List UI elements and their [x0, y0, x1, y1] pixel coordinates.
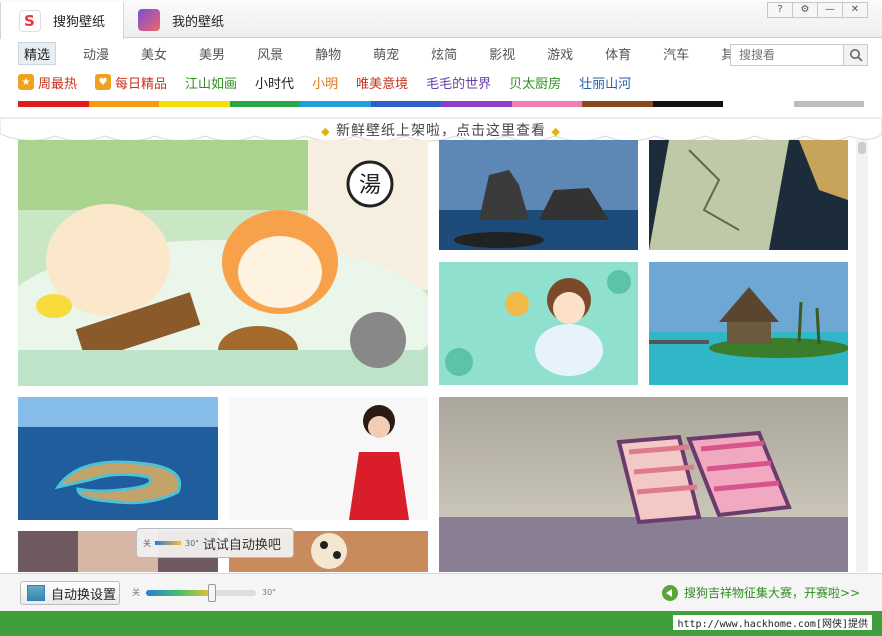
category-beauty[interactable]: 美女: [136, 43, 172, 64]
topic-mountains[interactable]: 壮丽山河: [579, 73, 631, 92]
sogou-logo-icon: [19, 9, 41, 32]
mini-slider-preview: [155, 541, 181, 545]
color-swatch-red[interactable]: [18, 101, 89, 107]
tab-label: 搜狗壁纸: [53, 15, 106, 30]
auto-change-settings-button[interactable]: 自动换设置: [20, 581, 120, 605]
topic-maomao-world[interactable]: 毛毛的世界: [426, 73, 491, 92]
slider-fill: [146, 589, 212, 596]
category-anime[interactable]: 动漫: [78, 43, 114, 64]
wallpaper-app-window: 搜狗壁纸 我的壁纸 ? ⚙ — ✕ 精选 动漫 美女 美男 风景 静物 萌宠 炫…: [0, 0, 882, 636]
category-pets[interactable]: 萌宠: [368, 43, 404, 64]
color-swatch-brown[interactable]: [582, 101, 653, 107]
color-filter-bar: [18, 101, 864, 107]
window-controls: ? ⚙ — ✕: [767, 2, 868, 18]
color-swatch-white[interactable]: [723, 101, 794, 107]
topic-xiaoming[interactable]: 小明: [312, 73, 338, 92]
wallpaper-thumb-sea-rocks[interactable]: [439, 140, 638, 250]
color-swatch-green[interactable]: [229, 101, 300, 107]
topic-landscape[interactable]: 江山如画: [185, 73, 237, 92]
heart-icon: ♥: [95, 74, 112, 90]
tab-label: 我的壁纸: [172, 14, 225, 30]
wallpaper-thumb-cartoon-girl[interactable]: [439, 262, 638, 385]
wallpaper-thumb-red-dress-model[interactable]: [229, 397, 428, 520]
topic-daily-best[interactable]: ♥ 每日精品: [95, 73, 167, 92]
topic-weekly-hot[interactable]: ★ 周最热: [18, 73, 77, 92]
topic-tiny-times[interactable]: 小时代: [255, 73, 294, 92]
slider-handle[interactable]: [208, 583, 216, 602]
search-button[interactable]: [843, 45, 867, 65]
slider-max-label: 30": [262, 588, 276, 597]
new-wallpaper-notice[interactable]: ◆ 新鲜壁纸上架啦，点击这里查看 ◆: [0, 120, 882, 140]
settings-button[interactable]: ⚙: [792, 2, 818, 18]
category-sports[interactable]: 体育: [600, 43, 636, 64]
topic-aesthetic[interactable]: 唯美意境: [356, 73, 408, 92]
category-handsome[interactable]: 美男: [194, 43, 230, 64]
my-wallpaper-icon: [138, 9, 160, 31]
auto-change-icon: [27, 585, 45, 601]
color-swatch-cyan[interactable]: [300, 101, 371, 107]
grid-scrollbar[interactable]: [856, 140, 868, 572]
category-featured[interactable]: 精选: [18, 41, 57, 65]
minimize-button[interactable]: —: [817, 2, 843, 18]
color-swatch-pink[interactable]: [511, 101, 582, 107]
auto-change-interval-slider: 关 30": [132, 583, 276, 602]
category-nav: 精选 动漫 美女 美男 风景 静物 萌宠 炫简 影视 游戏 体育 汽车 其他: [18, 41, 774, 65]
diamond-icon: ◆: [551, 125, 561, 138]
wallpaper-thumb-beach-chairs[interactable]: [439, 397, 848, 572]
help-button[interactable]: ?: [767, 2, 793, 18]
wallpaper-thumb-anime-bath[interactable]: 湯: [18, 140, 428, 386]
wallpaper-thumb-cracked-wall[interactable]: [649, 140, 848, 250]
color-swatch-yellow[interactable]: [159, 101, 230, 107]
category-still-life[interactable]: 静物: [310, 43, 346, 64]
close-button[interactable]: ✕: [842, 2, 868, 18]
star-icon: ★: [18, 74, 34, 90]
color-swatch-orange[interactable]: [88, 101, 159, 107]
category-scenery[interactable]: 风景: [252, 43, 288, 64]
search-box: [730, 44, 868, 66]
topic-nav: ★ 周最热 ♥ 每日精品 江山如画 小时代 小明 唯美意境 毛毛的世界 贝太厨房…: [18, 72, 649, 92]
topic-bettys-kitchen[interactable]: 贝太厨房: [509, 73, 561, 92]
slider-min-label: 关: [132, 588, 140, 597]
svg-text:湯: 湯: [359, 173, 381, 198]
color-swatch-black[interactable]: [652, 101, 723, 107]
category-minimal[interactable]: 炫简: [426, 43, 462, 64]
category-cars[interactable]: 汽车: [658, 43, 694, 64]
wallpaper-grid: 湯: [18, 140, 852, 572]
category-movies[interactable]: 影视: [484, 43, 520, 64]
status-strip: http://www.hackhome.com[网侠]提供: [0, 611, 882, 636]
scrollbar-thumb[interactable]: [858, 142, 866, 154]
watermark-text: http://www.hackhome.com[网侠]提供: [673, 615, 872, 630]
wallpaper-thumb-island-atoll[interactable]: [18, 397, 218, 520]
slider-track[interactable]: [146, 583, 256, 602]
color-swatch-blue[interactable]: [370, 101, 441, 107]
bottom-toolbar: 自动换设置 关 30" 搜狗吉祥物征集大赛，开赛啦>>: [0, 573, 882, 611]
speaker-icon: [662, 584, 678, 601]
title-tab-bar: 搜狗壁纸 我的壁纸 ? ⚙ — ✕: [0, 0, 882, 39]
wallpaper-thumb-tropical-hut[interactable]: [649, 262, 848, 385]
category-games[interactable]: 游戏: [542, 43, 578, 64]
diamond-icon: ◆: [321, 125, 331, 138]
mascot-contest-promo-link[interactable]: 搜狗吉祥物征集大赛，开赛啦>>: [662, 584, 860, 601]
tab-sogou-wallpaper[interactable]: 搜狗壁纸: [0, 2, 125, 39]
tab-my-wallpaper[interactable]: 我的壁纸: [120, 2, 242, 38]
auto-change-tooltip: 关 30" 试试自动换吧: [136, 528, 294, 558]
color-swatch-gray[interactable]: [793, 101, 864, 107]
search-icon: [849, 49, 863, 62]
search-input[interactable]: [731, 45, 843, 65]
color-swatch-purple[interactable]: [441, 101, 512, 107]
